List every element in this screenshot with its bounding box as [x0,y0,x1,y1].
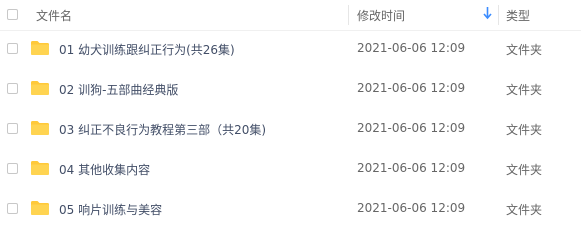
folder-icon [31,201,49,215]
modified-time: 2021-06-06 12:09 [357,41,466,55]
folder-icon [31,121,49,135]
file-name[interactable]: 01 幼犬训练跟纠正行为(共26集) [59,41,235,58]
row-checkbox[interactable] [7,83,18,94]
modified-time: 2021-06-06 12:09 [357,201,466,215]
table-row[interactable]: 05 响片训练与美容 2021-06-06 12:09 文件夹 [0,189,581,229]
folder-icon [31,161,49,175]
column-header-modified-time[interactable]: 修改时间 [357,7,405,24]
file-type: 文件夹 [506,83,543,97]
column-header-type[interactable]: 类型 [506,7,530,24]
table-row[interactable]: 02 训狗-五部曲经典版 2021-06-06 12:09 文件夹 [0,69,581,109]
modified-time: 2021-06-06 12:09 [357,81,466,95]
file-type: 文件夹 [506,43,543,57]
select-all-checkbox[interactable] [7,9,18,20]
table-row[interactable]: 01 幼犬训练跟纠正行为(共26集) 2021-06-06 12:09 文件夹 [0,29,581,69]
file-type: 文件夹 [506,203,543,217]
row-checkbox[interactable] [7,163,18,174]
column-header-name[interactable]: 文件名 [36,7,72,24]
row-checkbox[interactable] [7,43,18,54]
row-checkbox[interactable] [7,203,18,214]
table-row[interactable]: 03 纠正不良行为教程第三部（共20集) 2021-06-06 12:09 文件… [0,109,581,149]
folder-icon [31,81,49,95]
file-name[interactable]: 04 其他收集内容 [59,161,150,178]
file-name[interactable]: 05 响片训练与美容 [59,201,162,218]
file-list: 文件名 修改时间 类型 01 幼犬训练跟纠正行为(共26集) 2021-06-0… [0,0,581,241]
column-divider[interactable] [498,5,499,25]
modified-time: 2021-06-06 12:09 [357,121,466,135]
modified-time: 2021-06-06 12:09 [357,161,466,175]
sort-descending-icon[interactable] [483,6,492,20]
file-type: 文件夹 [506,163,543,177]
file-name[interactable]: 03 纠正不良行为教程第三部（共20集) [59,121,266,138]
table-row[interactable]: 04 其他收集内容 2021-06-06 12:09 文件夹 [0,149,581,189]
table-header: 文件名 修改时间 类型 [0,0,581,31]
row-checkbox[interactable] [7,123,18,134]
file-type: 文件夹 [506,123,543,137]
file-name[interactable]: 02 训狗-五部曲经典版 [59,81,178,98]
folder-icon [31,41,49,55]
column-divider[interactable] [348,5,349,25]
